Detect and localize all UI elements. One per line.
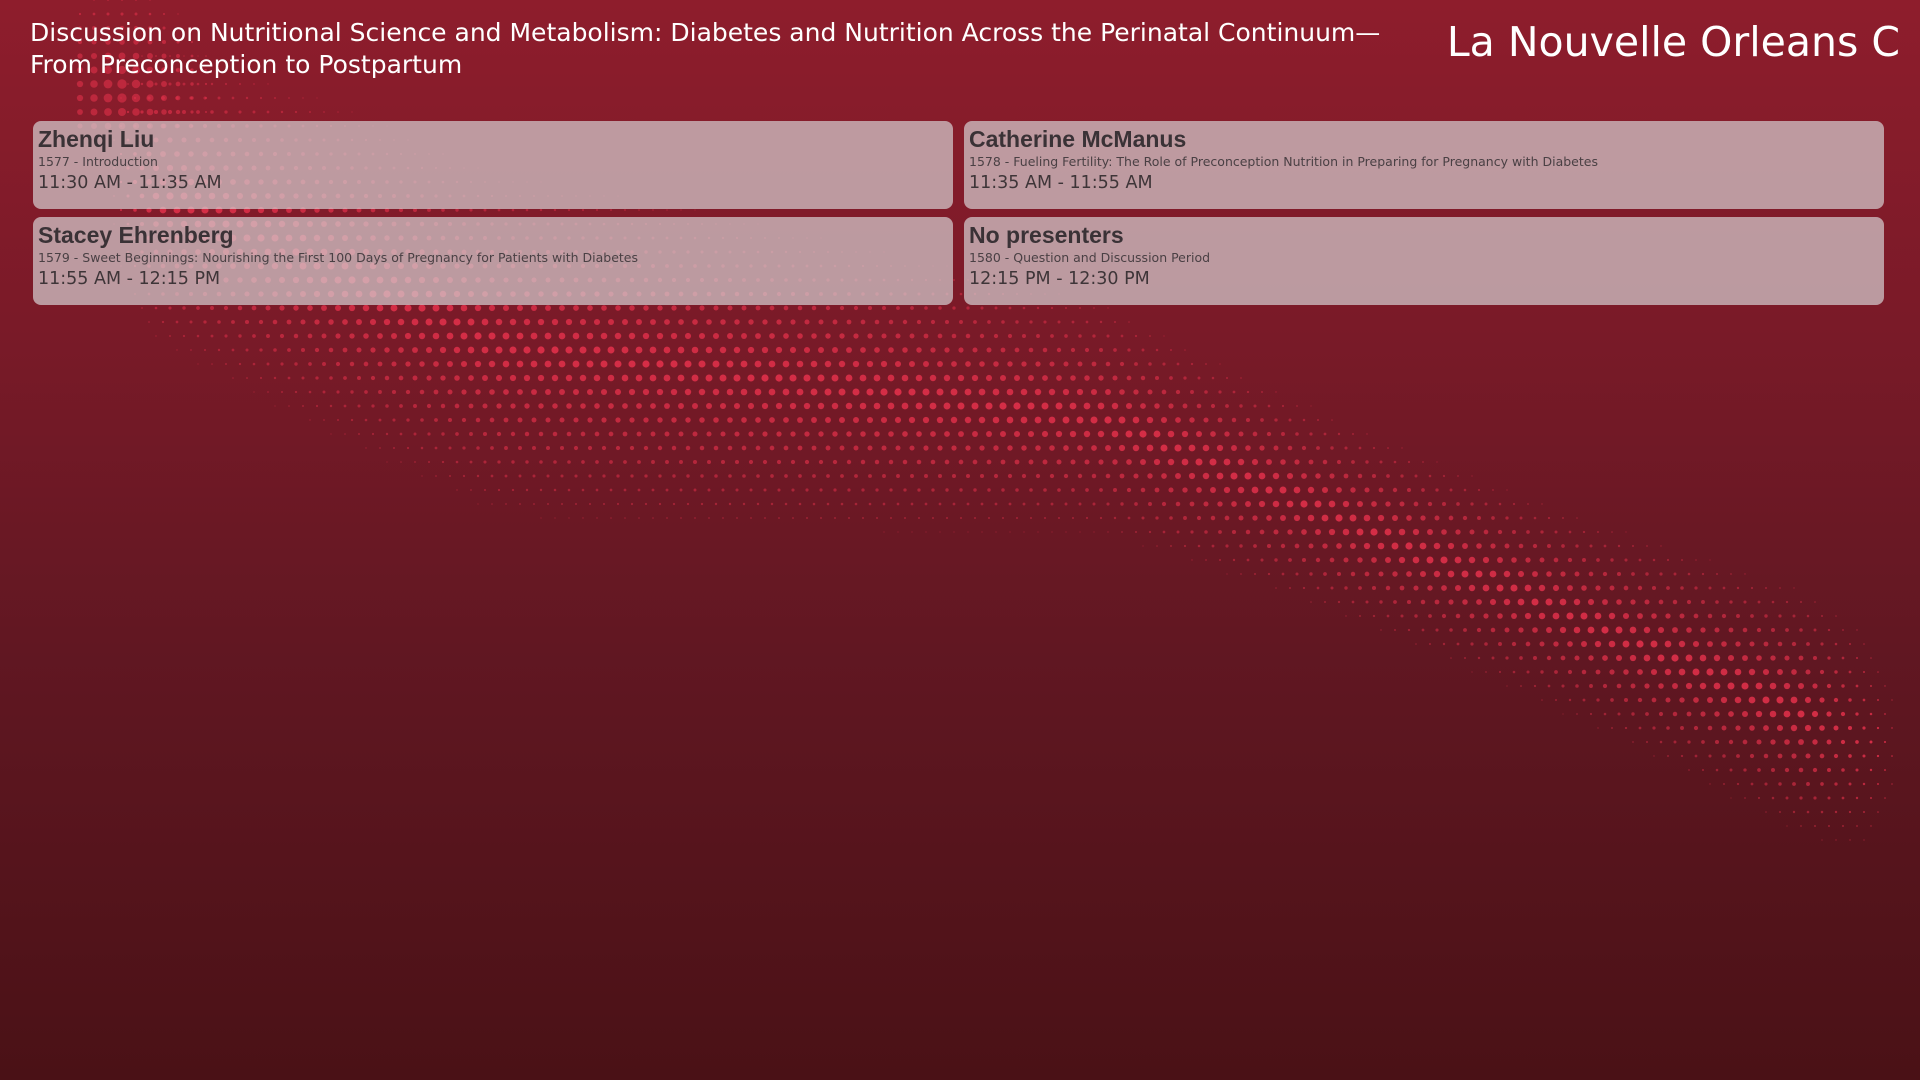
presenter-name: Zhenqi Liu — [38, 126, 155, 152]
presenter-name: Stacey Ehrenberg — [38, 222, 234, 248]
time-range: 11:30 AM - 11:35 AM — [38, 173, 222, 193]
time-range: 12:15 PM - 12:30 PM — [969, 269, 1150, 289]
room-name: La Nouvelle Orleans C — [1446, 18, 1900, 66]
presentation-card: Stacey Ehrenberg 1579 - Sweet Beginnings… — [33, 217, 953, 305]
header: Discussion on Nutritional Science and Me… — [0, 0, 1920, 110]
presentation-card: Zhenqi Liu 1577 - Introduction 11:30 AM … — [33, 121, 953, 209]
presenter-name: Catherine McManus — [969, 126, 1187, 152]
session-title: Discussion on Nutritional Science and Me… — [30, 18, 1381, 79]
presentation-card: No presenters 1580 - Question and Discus… — [964, 217, 1884, 305]
abstract-title: 1578 - Fueling Fertility: The Role of Pr… — [969, 154, 1598, 169]
abstract-title: 1579 - Sweet Beginnings: Nourishing the … — [38, 250, 638, 265]
presenter-name: No presenters — [969, 222, 1124, 248]
abstract-title: 1577 - Introduction — [38, 154, 158, 169]
presentation-card: Catherine McManus 1578 - Fueling Fertili… — [964, 121, 1884, 209]
time-range: 11:35 AM - 11:55 AM — [969, 173, 1153, 193]
abstract-title: 1580 - Question and Discussion Period — [969, 250, 1211, 265]
presentation-grid: Zhenqi Liu 1577 - Introduction 11:30 AM … — [33, 121, 1884, 305]
time-range: 11:55 AM - 12:15 PM — [38, 269, 221, 289]
